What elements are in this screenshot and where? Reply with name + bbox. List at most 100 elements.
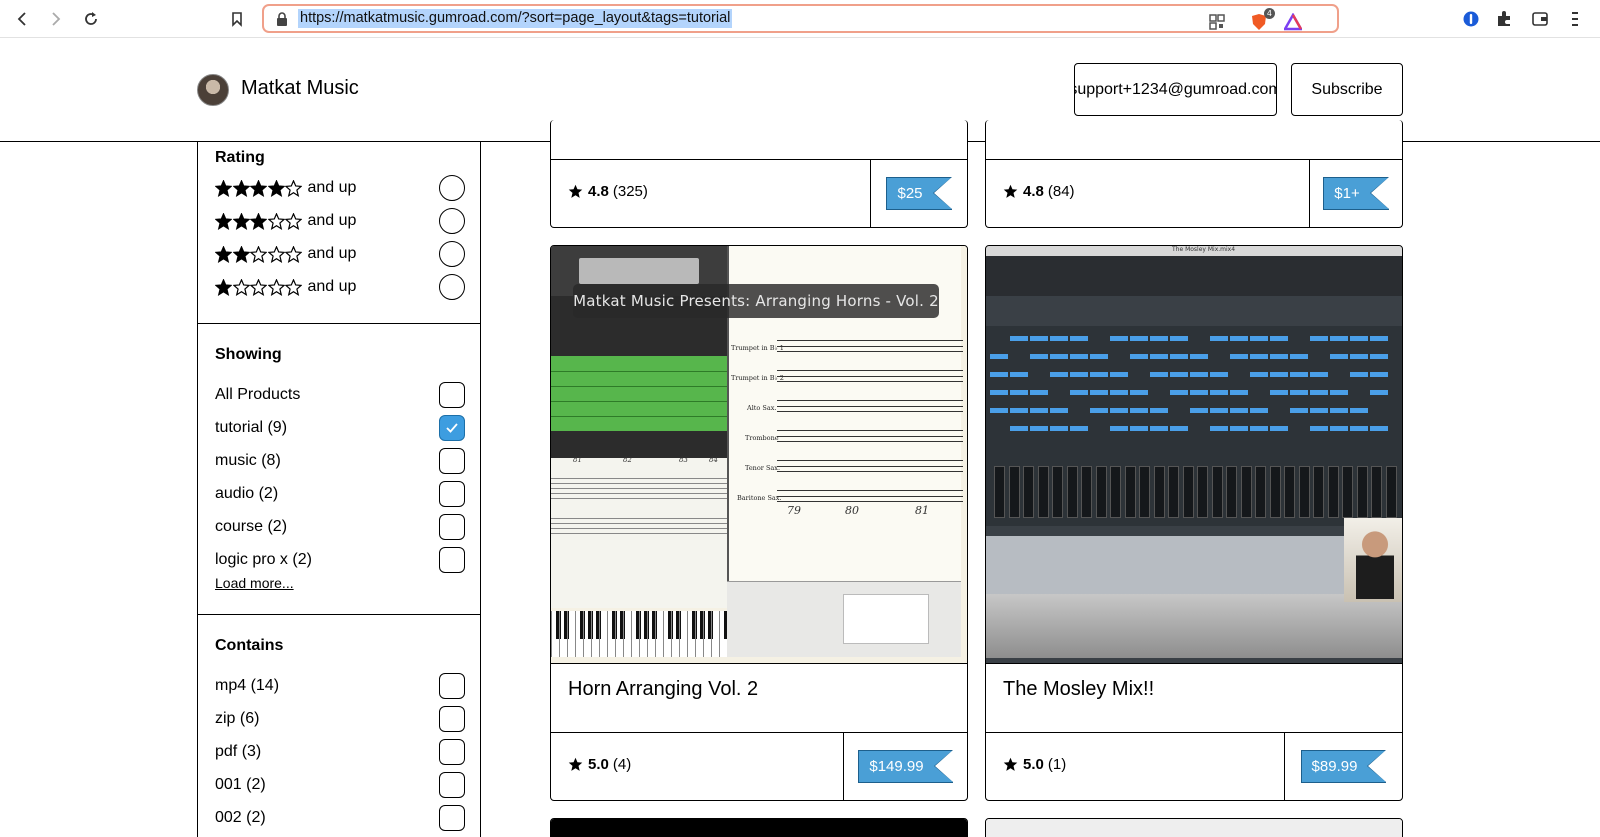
price-cell: $1+ [1309,160,1402,227]
rating-filter-section: Rating and up and up and up and up [198,142,480,324]
filter-option-label: pdf (3) [215,743,262,760]
filter-option-label: course (2) [215,518,288,535]
rating-radio[interactable] [439,241,465,267]
star-filled-icon [250,179,267,197]
filter-option[interactable]: pdf (3) [215,738,465,766]
filter-checkbox[interactable] [439,481,465,507]
product-title[interactable]: The Mosley Mix!! [1003,678,1154,701]
subscribe-button[interactable]: Subscribe [1291,63,1403,116]
qr-code-button[interactable] [1207,12,1227,32]
filter-checkbox[interactable] [439,739,465,765]
brave-rewards-icon [1284,13,1302,31]
star-icon [1003,757,1018,771]
filter-option-label: zip (6) [215,710,260,727]
filter-checkbox[interactable] [439,448,465,474]
filter-option-label: logic pro x (2) [215,551,312,568]
price-tag[interactable]: $25 [886,177,952,210]
product-rating: 4.8 (325) [568,183,648,200]
forward-button[interactable] [45,8,67,30]
rating-radio[interactable] [439,208,465,234]
product-card[interactable] [985,818,1403,837]
bookmark-icon [232,12,242,27]
filter-checkbox[interactable] [439,382,465,408]
filter-option-label: 001 (2) [215,776,266,793]
filter-option[interactable]: zip (6) [215,705,465,733]
rating-option[interactable]: and up [215,174,465,202]
star-filled-icon [215,212,232,230]
reload-icon [85,12,97,25]
price-cell: $25 [870,160,967,227]
bookmark-button[interactable] [226,8,248,30]
product-rating: 4.8 (84) [1003,183,1075,200]
product-thumbnail[interactable]: 81 82 83 84 Trumpet in B♭ 1 Trumpet in B… [551,246,967,664]
filter-option[interactable]: 002 (2) [215,804,465,832]
extensions-button[interactable] [1494,9,1514,29]
filter-option[interactable]: logic pro x (2) [215,546,465,574]
filter-option[interactable]: All Products [215,381,465,409]
star-outline-icon [250,278,267,296]
brave-shields-button[interactable]: 4 [1249,8,1275,32]
url-text[interactable]: https://matkatmusic.gumroad.com/?sort=pa… [298,9,733,28]
filter-checkbox[interactable] [439,547,465,573]
filter-option-label: tutorial (9) [215,419,288,436]
brave-rewards-button[interactable] [1283,12,1303,32]
showing-filter-section: Showing All Products tutorial (9) music (8… [198,324,480,615]
address-bar[interactable]: https://matkatmusic.gumroad.com/?sort=pa… [262,4,1339,33]
filter-option[interactable]: tutorial (9) [215,414,465,442]
filter-option[interactable]: 001 (2) [215,771,465,799]
back-button[interactable] [12,8,34,30]
filter-checkbox[interactable] [439,415,465,441]
price-tag[interactable]: $1+ [1323,177,1390,210]
browser-menu-button[interactable] [1565,9,1585,29]
filter-option[interactable]: audio (2) [215,480,465,508]
filter-option[interactable]: course (2) [215,513,465,541]
product-card-mosley-mix[interactable]: The Mosley Mix.mix4 The Mosley Mix!! 5.0… [985,245,1403,801]
product-card[interactable]: 4.8 (325) $25 [550,120,968,228]
filter-checkbox[interactable] [439,805,465,831]
filter-checkbox[interactable] [439,673,465,699]
rating-option[interactable]: and up [215,273,465,301]
creator-avatar[interactable] [197,74,229,106]
shop-name[interactable]: Matkat Music [241,77,359,100]
product-thumbnail[interactable] [986,819,1402,837]
filter-option-label: All Products [215,386,301,403]
rating-radio[interactable] [439,175,465,201]
product-card[interactable]: 4.8 (84) $1+ [985,120,1403,228]
star-filled-icon [232,179,250,197]
filter-checkbox[interactable] [439,772,465,798]
rating-option[interactable]: and up [215,207,465,235]
rating-option[interactable]: and up [215,240,465,268]
piano-bar-number: 84 [709,456,718,464]
filter-checkbox[interactable] [439,514,465,540]
password-manager-icon [1463,11,1479,27]
price-tag[interactable]: $149.99 [858,750,953,783]
piano-bar-number: 82 [623,456,632,464]
product-thumbnail[interactable]: The Mosley Mix.mix4 [986,246,1402,664]
wallet-button[interactable] [1530,9,1550,29]
product-card[interactable] [550,818,968,837]
instrument-label: Trumpet in B♭ 2 [731,374,784,382]
product-card-horn-arranging[interactable]: 81 82 83 84 Trumpet in B♭ 1 Trumpet in B… [550,245,968,801]
reload-button[interactable] [80,8,102,30]
piano-keyboard [551,611,729,657]
email-button[interactable]: support+1234@gumroad.com [1074,63,1277,116]
price-tag[interactable]: $89.99 [1300,750,1387,783]
filter-option[interactable]: music (8) [215,447,465,475]
star-outline-icon [250,245,267,263]
filter-checkbox[interactable] [439,706,465,732]
filter-option[interactable]: mp4 (14) [215,672,465,700]
window-menubar: The Mosley Mix.mix4 [986,246,1402,256]
password-manager-button[interactable] [1461,9,1481,29]
rating-option-label: and up [307,278,357,295]
rating-radio[interactable] [439,274,465,300]
browser-toolbar: https://matkatmusic.gumroad.com/?sort=pa… [0,0,1600,38]
star-filled-icon [215,245,232,263]
star-filled-icon [267,179,285,197]
product-title[interactable]: Horn Arranging Vol. 2 [568,678,758,701]
star-outline-icon [285,278,302,296]
load-more-link[interactable]: Load more... [215,575,294,591]
forward-icon [52,12,61,26]
review-count: (84) [1047,183,1075,200]
star-outline-icon [285,179,302,197]
product-thumbnail[interactable] [551,819,967,837]
